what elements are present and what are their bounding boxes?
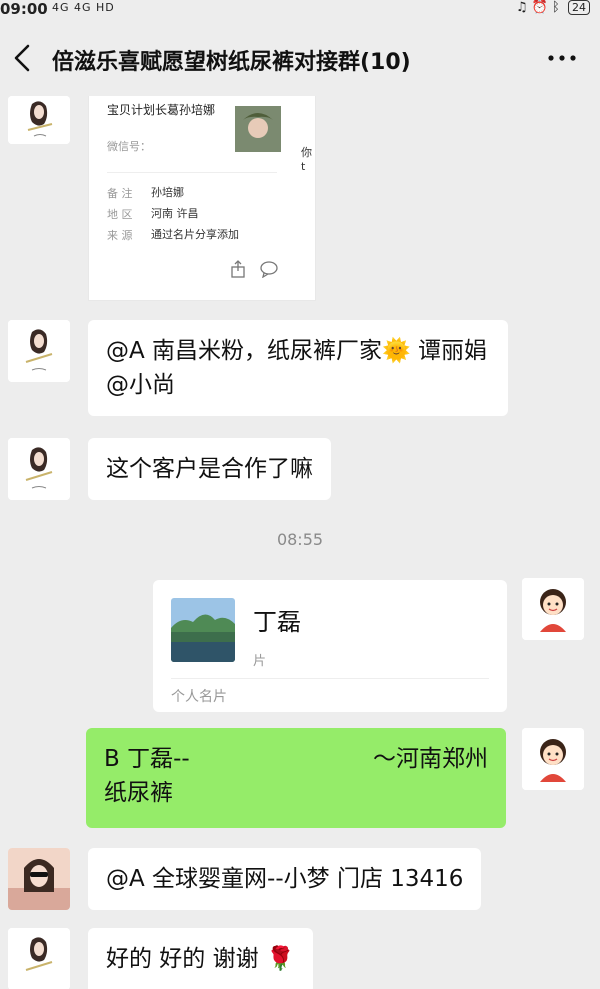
message-text: 纸尿裤 bbox=[104, 780, 173, 806]
card-side-text: 你t bbox=[301, 146, 312, 173]
message-text: @A 南昌米粉，纸尿裤厂家 bbox=[106, 338, 383, 364]
sun-emoji-icon: 🌞 bbox=[382, 338, 411, 364]
share-icon bbox=[231, 260, 245, 278]
message-text: ～河南郑州 bbox=[373, 746, 488, 772]
message-bubble[interactable]: 好的 好的 谢谢 🌹 bbox=[88, 928, 313, 989]
woman-portrait-icon bbox=[8, 438, 70, 500]
cartoon-girl-icon bbox=[522, 578, 584, 640]
vibrate-icon: ♫ bbox=[515, 0, 528, 15]
woman-photo-icon bbox=[8, 848, 70, 910]
message-bubble-self[interactable]: B 丁磊-- ～河南郑州 纸尿裤 bbox=[86, 728, 506, 828]
bluetooth-icon: ᛒ bbox=[552, 0, 560, 15]
battery-icon: 24 bbox=[568, 0, 590, 15]
message-bubble[interactable]: @A 南昌米粉，纸尿裤厂家🌞 谭丽娟 @小尚 bbox=[88, 320, 508, 416]
card-wechat-id-label: 微信号： bbox=[107, 140, 151, 153]
self-avatar[interactable] bbox=[522, 578, 584, 640]
card-remark-value: 孙培娜 bbox=[151, 186, 184, 199]
sender-avatar[interactable] bbox=[8, 928, 70, 989]
status-bar: 09:00 4G 4G HD ♫ ⏰ ᛒ 24 bbox=[0, 0, 600, 22]
sender-avatar[interactable] bbox=[8, 848, 70, 910]
card-divider bbox=[171, 678, 489, 679]
message-text: 好的 好的 谢谢 bbox=[106, 946, 266, 972]
card-remark-label: 备 注 bbox=[107, 187, 133, 200]
back-arrow-icon[interactable] bbox=[10, 38, 36, 78]
signal-icons: 4G 4G HD bbox=[52, 1, 115, 14]
card-divider bbox=[107, 172, 277, 173]
message-bubble[interactable]: @A 全球婴童网--小梦 门店 13416 bbox=[88, 848, 482, 910]
message-text: B 丁磊-- bbox=[104, 746, 190, 772]
message-timestamp: 08:55 bbox=[276, 530, 324, 549]
card-source-label: 来 源 bbox=[107, 229, 133, 242]
cartoon-girl-icon bbox=[522, 728, 584, 790]
card-contact-name: 宝贝计划长葛孙培娜 bbox=[107, 103, 216, 117]
card-region-value: 河南 许昌 bbox=[151, 207, 199, 220]
woman-portrait-icon bbox=[8, 320, 70, 382]
status-time: 09:00 bbox=[0, 0, 48, 18]
self-avatar[interactable] bbox=[522, 728, 584, 790]
more-options-icon[interactable] bbox=[546, 48, 578, 68]
sender-avatar[interactable] bbox=[8, 96, 70, 144]
title-bar: 倍滋乐喜赋愿望树纸尿裤对接群(10) bbox=[0, 22, 600, 96]
sender-avatar[interactable] bbox=[8, 320, 70, 382]
card-thumbnail-photo bbox=[171, 598, 235, 662]
woman-portrait-icon bbox=[8, 928, 70, 989]
rose-emoji-icon: 🌹 bbox=[265, 946, 295, 972]
alarm-icon: ⏰ bbox=[531, 0, 548, 15]
card-name: 丁磊 bbox=[253, 608, 301, 636]
contact-card-image[interactable]: 宝贝计划长葛孙培娜 微信号： 你t 备 注 孙培娜 地 区 河南 许昌 来 源 … bbox=[88, 96, 316, 301]
personal-card-bubble[interactable]: 丁磊 片 个人名片 bbox=[153, 580, 507, 712]
card-subtitle: 片 bbox=[253, 654, 267, 669]
card-type-label: 个人名片 bbox=[171, 689, 227, 705]
status-right-icons: ♫ ⏰ ᛒ 24 bbox=[516, 0, 590, 15]
chat-title: 倍滋乐喜赋愿望树纸尿裤对接群(10) bbox=[52, 50, 411, 75]
sender-avatar[interactable] bbox=[8, 438, 70, 500]
comment-icon bbox=[260, 261, 278, 278]
woman-portrait-icon bbox=[8, 96, 70, 144]
card-region-label: 地 区 bbox=[107, 208, 133, 221]
message-text: 这个客户是合作了嘛 bbox=[106, 456, 313, 482]
card-profile-photo bbox=[235, 106, 281, 152]
card-source-value: 通过名片分享添加 bbox=[151, 228, 239, 241]
message-text: @A 全球婴童网--小梦 门店 13416 bbox=[106, 866, 464, 892]
message-bubble[interactable]: 这个客户是合作了嘛 bbox=[88, 438, 331, 500]
